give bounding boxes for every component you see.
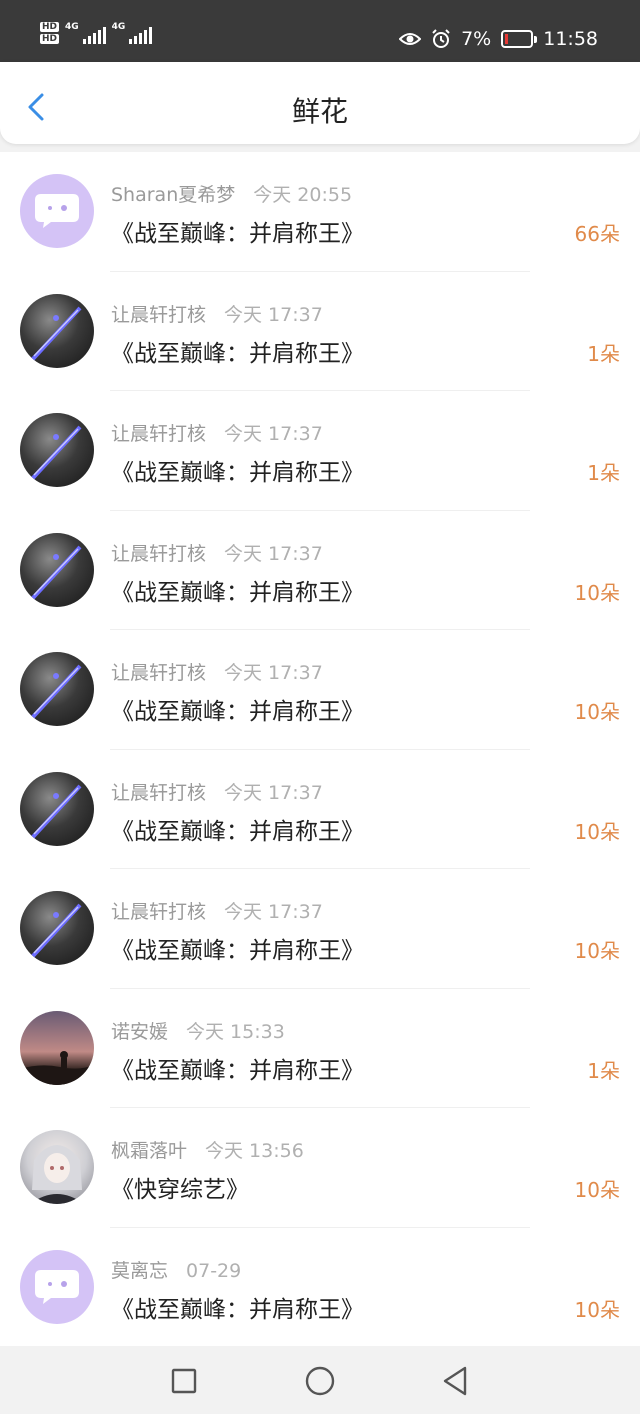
- flower-count: 1朵: [587, 1058, 620, 1083]
- item-meta: 让晨轩打核 今天 17:37: [111, 419, 323, 446]
- book-title: 《快穿综艺》: [111, 1177, 249, 1203]
- system-nav-bar: [0, 1346, 640, 1414]
- item-meta: 诺安媛 今天 15:33: [111, 1017, 285, 1044]
- list-item[interactable]: 让晨轩打核 今天 17:37 《战至巅峰：并肩称王》 10朵: [0, 630, 640, 750]
- signal1-icon: 4G: [65, 22, 106, 44]
- user-name: 让晨轩打核: [111, 662, 207, 684]
- sim-indicators: HD HD: [40, 22, 60, 44]
- flower-count: 1朵: [587, 461, 620, 485]
- flower-list: Sharan夏希梦 今天 20:55 《战至巅峰：并肩称王》 66朵 让晨轩打核今…: [0, 152, 640, 1346]
- knight-avatar: [20, 771, 94, 846]
- circle-home-icon[interactable]: [303, 1364, 337, 1398]
- battery-icon: [501, 30, 538, 48]
- battery-percent: 7%: [461, 28, 492, 50]
- eye-icon: [399, 33, 422, 45]
- page-title: 鲜花: [291, 95, 348, 128]
- user-name: 让晨轩打核: [111, 303, 207, 326]
- flower-count: 66朵: [574, 222, 620, 246]
- flower-count: 10朵: [574, 939, 620, 963]
- list-item[interactable]: Sharan夏希梦 今天 20:55 《战至巅峰：并肩称王》 66朵: [0, 152, 640, 272]
- status-bar: HD HD 4G 4G 7% 11:58: [0, 0, 640, 62]
- item-time: 今天 17:37: [224, 781, 323, 804]
- item-time: 07-29: [186, 1259, 242, 1282]
- network1-label: 4G: [65, 22, 79, 32]
- user-name: 诺安媛: [111, 1020, 169, 1043]
- flower-count: 10朵: [574, 819, 620, 844]
- alarm-icon: [432, 29, 450, 48]
- sim1-hd-badge: HD: [40, 22, 60, 32]
- item-meta: 让晨轩打核 今天 17:37: [111, 778, 323, 805]
- item-time: 今天 20:55: [253, 184, 353, 206]
- user-name: 让晨轩打核: [111, 901, 207, 923]
- chat-bubble-avatar: [20, 1249, 94, 1324]
- book-title: 《战至巅峰：并肩称王》: [111, 460, 364, 486]
- item-meta: 让晨轩打核 今天 17:37: [111, 300, 323, 327]
- user-name: 枫霜落叶: [111, 1140, 188, 1162]
- book-title: 《战至巅峰：并肩称王》: [111, 221, 364, 247]
- item-meta: 莫离忘 07-29: [111, 1256, 241, 1283]
- chat-bubble-avatar: [20, 174, 94, 248]
- list-item[interactable]: 让晨轩打核 今天 17:37 《战至巅峰：并肩称王》 10朵: [0, 511, 640, 630]
- knight-avatar: [20, 891, 94, 965]
- user-name: Sharan夏希梦: [111, 184, 236, 206]
- sunset-silhouette-avatar: [20, 1010, 94, 1085]
- network2-label: 4G: [111, 22, 126, 32]
- flower-count: 1朵: [587, 341, 620, 366]
- item-time: 今天 17:37: [224, 901, 323, 923]
- flower-count: 10朵: [574, 1297, 620, 1322]
- book-title: 《战至巅峰：并肩称王》: [111, 1296, 364, 1323]
- list-item[interactable]: 让晨轩打核 今天 17:37 《战至巅峰：并肩称王》 1朵: [0, 272, 640, 391]
- flower-count: 10朵: [574, 580, 620, 605]
- item-time: 今天 15:33: [186, 1020, 285, 1043]
- item-time: 今天 13:56: [205, 1140, 304, 1162]
- item-time: 今天 17:37: [224, 662, 323, 684]
- knight-avatar: [20, 652, 94, 726]
- list-item[interactable]: 枫霜落叶 今天 13:56 《快穿综艺》 10朵: [0, 1108, 640, 1228]
- item-meta: 让晨轩打核 今天 17:37: [111, 539, 323, 566]
- app-header: 鲜花: [0, 62, 640, 144]
- book-title: 《战至巅峰：并肩称王》: [111, 579, 364, 606]
- list-item[interactable]: 让晨轩打核 今天 17:37 《战至巅峰：并肩称王》 10朵: [0, 869, 640, 989]
- list-item[interactable]: 诺安媛 今天 15:33 《战至巅峰：并肩称王》 1朵: [0, 989, 640, 1108]
- square-recents-icon[interactable]: [167, 1364, 201, 1398]
- user-name: 让晨轩打核: [111, 542, 207, 565]
- book-title: 《战至巅峰：并肩称王》: [111, 340, 364, 367]
- book-title: 《战至巅峰：并肩称王》: [111, 818, 364, 845]
- list-item[interactable]: 莫离忘 07-29 《战至巅峰：并肩称王》 10朵: [0, 1228, 640, 1347]
- list-item[interactable]: 让晨轩打核 今天 17:37 《战至巅峰：并肩称王》 1朵: [0, 391, 640, 511]
- book-title: 《战至巅峰：并肩称王》: [111, 1057, 364, 1084]
- book-title: 《战至巅峰：并肩称王》: [111, 938, 364, 964]
- item-meta: Sharan夏希梦 今天 20:55: [111, 180, 352, 207]
- item-meta: 让晨轩打核 今天 17:37: [111, 658, 323, 685]
- item-time: 今天 17:37: [224, 303, 323, 326]
- anime-girl-avatar: [20, 1130, 94, 1204]
- status-left: HD HD 4G 4G: [40, 22, 153, 44]
- clock: 11:58: [543, 28, 598, 50]
- flower-count: 10朵: [574, 700, 620, 724]
- book-title: 《战至巅峰：并肩称王》: [111, 699, 364, 725]
- item-time: 今天 17:37: [224, 423, 323, 445]
- list-item[interactable]: 让晨轩打核 今天 17:37 《战至巅峰：并肩称王》 10朵: [0, 750, 640, 869]
- sim2-hd-badge: HD: [40, 34, 60, 44]
- flower-count: 10朵: [574, 1178, 620, 1202]
- user-name: 让晨轩打核: [111, 423, 207, 445]
- knight-avatar: [20, 413, 94, 487]
- item-meta: 让晨轩打核 今天 17:37: [111, 897, 323, 924]
- status-right: 7% 11:58: [399, 28, 598, 50]
- item-time: 今天 17:37: [224, 542, 323, 565]
- user-name: 莫离忘: [111, 1259, 169, 1282]
- knight-avatar: [20, 293, 94, 368]
- item-meta: 枫霜落叶 今天 13:56: [111, 1136, 304, 1163]
- user-name: 让晨轩打核: [111, 781, 207, 804]
- signal2-icon: 4G: [112, 22, 153, 44]
- knight-avatar: [20, 532, 94, 607]
- triangle-back-icon[interactable]: [439, 1364, 473, 1398]
